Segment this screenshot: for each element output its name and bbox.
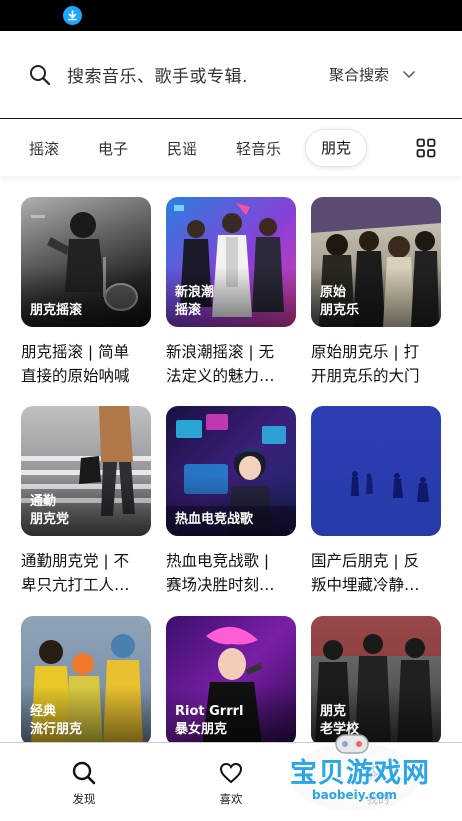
nav-discover[interactable]: 发现 xyxy=(54,761,114,807)
nav-favorites-label: 喜欢 xyxy=(219,792,243,806)
watermark: 宝贝游戏网 baobeiy.com xyxy=(290,734,460,815)
search-icon xyxy=(72,761,96,785)
heart-icon xyxy=(219,762,243,784)
playlist-cover-label: 通勤 朋克党 xyxy=(30,494,70,527)
tab-electronic[interactable]: 电子 xyxy=(98,138,128,159)
status-bar xyxy=(0,0,462,31)
playlist-cover: 经典 流行朋克 xyxy=(21,616,151,746)
playlist-cover: 朋克 老学校 xyxy=(311,616,441,746)
playlist-cover-label: 新浪潮 摇滚 xyxy=(175,285,215,318)
playlist-card-punk-rock[interactable]: 朋克摇滚 朋克摇滚 | 简单 直接的原始呐喊 xyxy=(21,197,151,388)
playlist-cover-label: Riot Grrrl 暴女朋克 xyxy=(175,704,244,737)
playlist-cover-label: 原始 朋克乐 xyxy=(320,285,360,318)
playlist-card-chinese-post-punk[interactable]: 国产后朋克 | 反叛中埋藏冷静… xyxy=(311,406,441,597)
playlist-title: 国产后朋克 | 反叛中埋藏冷静… xyxy=(311,552,420,594)
tab-punk[interactable]: 朋克 xyxy=(305,129,367,167)
chevron-down-icon[interactable] xyxy=(402,67,416,81)
playlist-cover-label: 热血电竞战歌 xyxy=(175,512,254,527)
playlist-cover-label: 经典 流行朋克 xyxy=(30,704,83,737)
playlist-card-proto-punk[interactable]: 原始 朋克乐 原始朋克乐 | 打开朋克乐的大门 xyxy=(311,197,441,388)
playlist-card-pop-punk[interactable]: 经典 流行朋克 xyxy=(21,616,151,746)
playlist-cover: 朋克摇滚 xyxy=(21,197,151,327)
nav-discover-label: 发现 xyxy=(72,792,96,806)
playlist-cover: Riot Grrrl 暴女朋克 xyxy=(166,616,296,746)
playlist-title: 通勤朋克党 | 不卑只亢打工人… xyxy=(21,552,130,594)
tab-rock[interactable]: 摇滚 xyxy=(29,138,59,159)
playlist-title: 新浪潮摇滚 | 无法定义的魅力… xyxy=(166,343,275,385)
watermark-text: 宝贝游戏网 xyxy=(290,758,430,789)
playlist-cover: 热血电竞战歌 xyxy=(166,406,296,536)
search-icon xyxy=(30,65,51,86)
playlist-cover-label: 朋克摇滚 xyxy=(30,303,83,318)
playlist-title: 原始朋克乐 | 打开朋克乐的大门 xyxy=(311,343,420,385)
download-icon xyxy=(63,6,82,25)
playlist-cover: 通勤 朋克党 xyxy=(21,406,151,536)
playlist-card-commuter-punk[interactable]: 通勤 朋克党 通勤朋克党 | 不卑只亢打工人… xyxy=(21,406,151,597)
search-bar[interactable]: 搜索音乐、歌手或专辑. 聚合搜索 xyxy=(0,31,462,119)
watermark-subtext: baobeiy.com xyxy=(312,788,397,802)
search-mode-selector[interactable]: 聚合搜索 xyxy=(329,64,389,85)
tab-folk[interactable]: 民谣 xyxy=(167,138,197,159)
playlist-cover: 原始 朋克乐 xyxy=(311,197,441,327)
playlist-title: 热血电竞战歌 | 赛场决胜时刻… xyxy=(166,552,275,594)
genre-tabs: 摇滚 电子 民谣 轻音乐 朋克 xyxy=(0,120,462,176)
search-input[interactable]: 搜索音乐、歌手或专辑. xyxy=(67,62,248,87)
playlist-cover: 新浪潮 摇滚 xyxy=(166,197,296,327)
playlist-card-old-school-punk[interactable]: 朋克 老学校 xyxy=(311,616,441,746)
playlist-card-riot-grrrl[interactable]: Riot Grrrl 暴女朋克 xyxy=(166,616,296,746)
nav-favorites[interactable]: 喜欢 xyxy=(201,761,261,807)
playlist-cover xyxy=(311,406,441,536)
playlist-title: 朋克摇滚 | 简单 直接的原始呐喊 xyxy=(21,343,130,385)
tab-light-music[interactable]: 轻音乐 xyxy=(236,138,281,159)
playlist-card-new-wave[interactable]: 新浪潮 摇滚 新浪潮摇滚 | 无法定义的魅力… xyxy=(166,197,296,388)
grid-icon[interactable] xyxy=(416,138,436,158)
playlist-card-esports-anthems[interactable]: 热血电竞战歌 热血电竞战歌 | 赛场决胜时刻… xyxy=(166,406,296,597)
